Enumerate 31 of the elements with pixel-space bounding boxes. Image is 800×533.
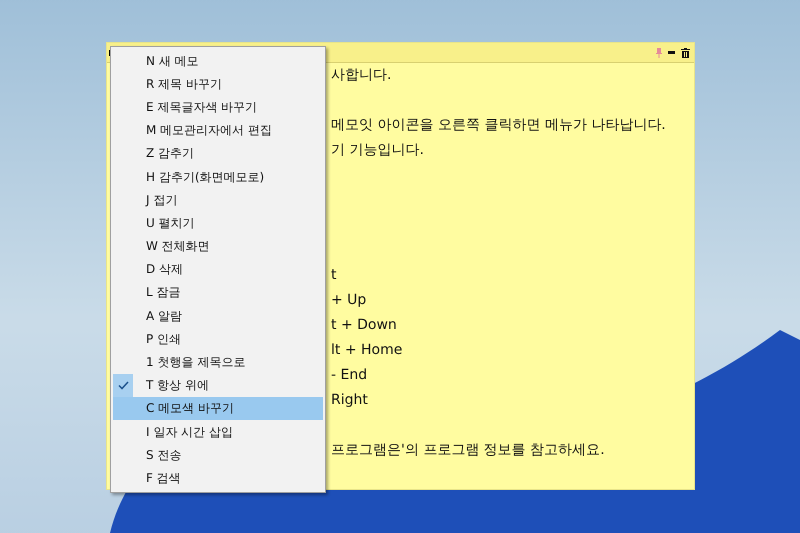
- memo-text-line: + Up: [331, 291, 368, 310]
- menu-item[interactable]: W 전체화면: [113, 234, 323, 258]
- menu-item[interactable]: Z 감추기: [113, 142, 323, 165]
- menu-item[interactable]: S 전송: [113, 443, 323, 466]
- menu-item[interactable]: F 검색: [113, 466, 323, 490]
- menu-item[interactable]: U 펼치기: [113, 211, 323, 234]
- menu-item[interactable]: A 알람: [113, 304, 323, 328]
- memo-text-line: t + Down: [331, 316, 398, 335]
- trash-icon[interactable]: [681, 48, 690, 58]
- memo-text-line: lt + Home: [331, 341, 404, 360]
- menu-item[interactable]: E 제목글자색 바꾸기: [113, 95, 323, 119]
- memo-text-line: 프로그램은'의 프로그램 정보를 참고하세요.: [331, 441, 606, 460]
- menu-item[interactable]: I 일자 시간 삽입: [113, 420, 323, 444]
- memo-text-line: 사합니다.: [331, 66, 392, 85]
- menu-item[interactable]: J 접기: [113, 188, 323, 212]
- memo-text-line: 메모잇 아이콘을 오른쪽 클릭하면 메뉴가 나타납니다.: [331, 116, 667, 135]
- pin-icon[interactable]: [656, 48, 662, 58]
- menu-item[interactable]: L 잠금: [113, 280, 323, 304]
- menu-item[interactable]: R 제목 바꾸기: [113, 72, 323, 96]
- memo-text-line: t: [331, 266, 338, 285]
- menu-item[interactable]: N 새 메모: [113, 49, 323, 72]
- menu-item[interactable]: T 항상 위에: [113, 374, 323, 397]
- memo-text-line: Right: [331, 391, 369, 410]
- menu-item[interactable]: P 인쇄: [113, 327, 323, 350]
- menu-item[interactable]: 1 첫행을 제목으로: [113, 350, 323, 374]
- menu-item[interactable]: C 메모색 바꾸기: [113, 396, 323, 420]
- menu-item[interactable]: M 메모관리자에서 편집: [113, 118, 323, 142]
- menu-item[interactable]: D 삭제: [113, 258, 323, 281]
- menu-item[interactable]: H 감추기(화면메모로): [113, 164, 323, 188]
- memo-text-line: 기 기능입니다.: [331, 141, 425, 160]
- memo-text-line: - End: [331, 366, 368, 385]
